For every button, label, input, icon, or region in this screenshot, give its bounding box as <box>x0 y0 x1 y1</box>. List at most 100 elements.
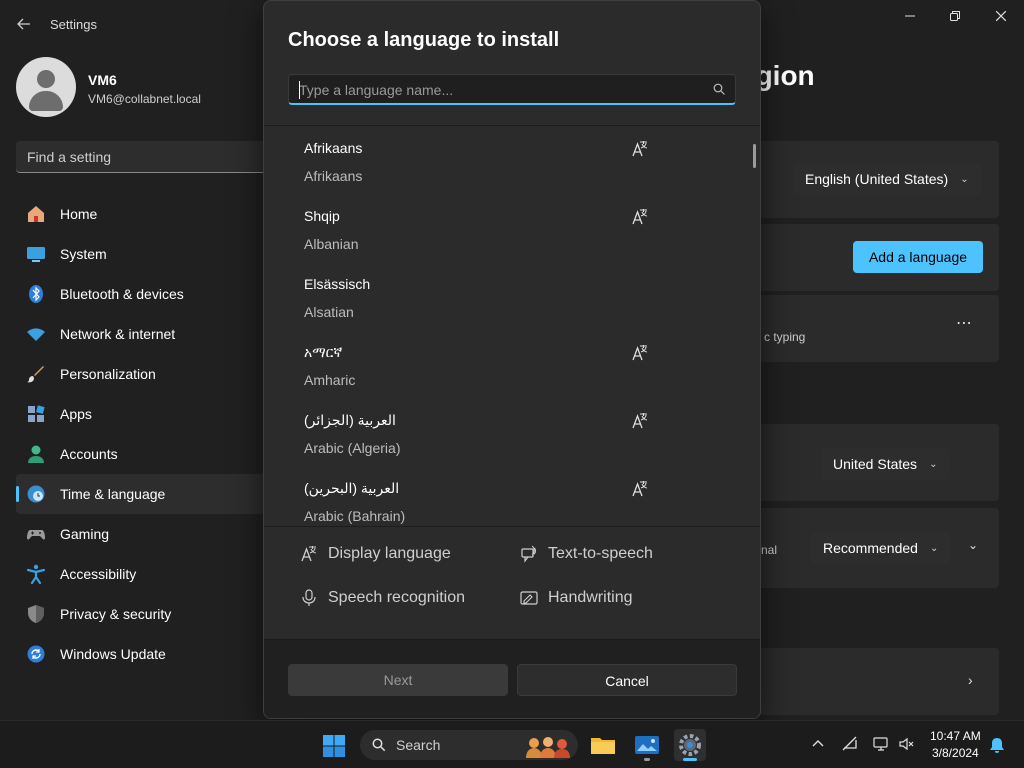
windows-start-icon[interactable] <box>322 734 346 758</box>
list-item[interactable]: አማርኛ Amharic <box>264 330 760 398</box>
accessibility-icon <box>26 564 46 585</box>
display-language-card: English (United States) ⌄ <box>758 141 999 218</box>
language-native-name: Elsässisch <box>304 276 371 292</box>
sidebar-item-accessibility[interactable]: Accessibility <box>16 554 276 594</box>
display-language-icon <box>632 345 648 361</box>
regional-format-dropdown[interactable]: Recommended ⌄ <box>811 532 951 564</box>
shield-icon <box>26 604 46 624</box>
sidebar-item-time-language[interactable]: Time & language <box>16 474 276 514</box>
list-scrollbar[interactable] <box>753 144 756 168</box>
handwriting-icon <box>520 591 538 605</box>
sidebar-item-system[interactable]: System <box>16 234 276 274</box>
text-caret <box>299 81 300 99</box>
dialog-title: Choose a language to install <box>288 29 560 51</box>
taskbar-search-label: Search <box>396 737 441 753</box>
chevron-right-icon: › <box>968 672 973 688</box>
sidebar-item-network[interactable]: Network & internet <box>16 314 276 354</box>
country-dropdown[interactable]: United States ⌄ <box>821 448 950 480</box>
notification-bell-icon[interactable] <box>988 736 1006 754</box>
language-native-name: Afrikaans <box>304 140 363 156</box>
chevron-down-icon: ⌄ <box>960 173 969 185</box>
sidebar-item-label: Windows Update <box>60 646 166 662</box>
sidebar-nav: Home System Bluetooth & devices Network … <box>16 194 276 674</box>
language-english-name: Alsatian <box>304 304 354 320</box>
feature-legend: Display language Text-to-speech Speech r… <box>264 527 760 639</box>
display-language-value: English (United States) <box>805 171 949 187</box>
globe-clock-icon <box>26 484 46 504</box>
sidebar-item-apps[interactable]: Apps <box>16 394 276 434</box>
sidebar-item-home[interactable]: Home <box>16 194 276 234</box>
language-entry-card: c typing ⋯ <box>758 295 999 362</box>
apps-icon <box>26 404 46 424</box>
back-button[interactable] <box>12 12 36 36</box>
find-setting-input[interactable]: Find a setting <box>16 141 276 173</box>
display-language-icon <box>632 481 648 497</box>
list-item[interactable]: Elsässisch Alsatian <box>264 262 760 330</box>
add-language-button[interactable]: Add a language <box>853 241 983 273</box>
search-icon[interactable] <box>713 83 725 95</box>
language-search-box[interactable] <box>288 74 736 105</box>
sidebar-item-accounts[interactable]: Accounts <box>16 434 276 474</box>
microphone-icon <box>302 589 316 606</box>
maximize-button[interactable] <box>932 6 978 28</box>
sidebar-item-label: Privacy & security <box>60 606 172 622</box>
photos-app-button[interactable] <box>631 729 663 761</box>
file-explorer-button[interactable] <box>587 729 619 761</box>
taskbar: Search 10:47 AM 3/8/2024 <box>0 720 1024 768</box>
language-english-name: Arabic (Algeria) <box>304 440 401 456</box>
sidebar-item-label: Apps <box>60 406 92 422</box>
related-settings-card[interactable]: › <box>758 648 999 715</box>
list-item[interactable]: (العربية (الجزائر Arabic (Algeria) <box>264 398 760 466</box>
volume-muted-icon[interactable] <box>898 735 916 753</box>
text-to-speech-icon <box>521 545 536 563</box>
feature-handwriting: Handwriting <box>520 589 632 607</box>
sidebar-item-label: Bluetooth & devices <box>60 286 184 302</box>
sidebar-item-privacy[interactable]: Privacy & security <box>16 594 276 634</box>
clock-date[interactable]: 3/8/2024 <box>932 746 979 760</box>
list-item[interactable]: Afrikaans Afrikaans <box>264 126 760 194</box>
feature-speech-recognition: Speech recognition <box>300 589 465 607</box>
home-icon <box>26 204 46 224</box>
feature-label: Text-to-speech <box>548 545 653 562</box>
avatar <box>16 57 76 117</box>
arrow-left-icon <box>17 18 30 30</box>
regional-format-card: nal Recommended ⌄ ⌄ <box>758 508 999 588</box>
brush-icon <box>26 364 46 384</box>
taskbar-search[interactable]: Search <box>360 730 578 760</box>
app-title: Settings <box>50 17 97 32</box>
cancel-button[interactable]: Cancel <box>517 664 737 696</box>
display-language-icon <box>632 413 648 429</box>
regional-format-value: Recommended <box>823 540 918 556</box>
display-language-icon <box>632 141 648 157</box>
display-language-icon <box>632 209 648 225</box>
language-search-input[interactable] <box>299 80 699 100</box>
display-icon[interactable] <box>872 735 890 753</box>
user-name: VM6 <box>88 72 117 88</box>
chevron-up-icon[interactable] <box>809 735 827 753</box>
minimize-icon <box>905 15 915 17</box>
language-typing-text: c typing <box>764 330 806 344</box>
next-button[interactable]: Next <box>288 664 508 696</box>
list-item[interactable]: (العربية (البحرين Arabic (Bahrain) <box>264 466 760 526</box>
sidebar-item-label: Gaming <box>60 526 110 542</box>
search-highlight-icon <box>526 737 570 758</box>
list-item[interactable]: Shqip Albanian <box>264 194 760 262</box>
settings-app-button[interactable] <box>674 729 706 761</box>
minimize-button[interactable] <box>887 6 933 28</box>
sidebar-item-personalization[interactable]: Personalization <box>16 354 276 394</box>
display-language-dropdown[interactable]: English (United States) ⌄ <box>793 163 981 195</box>
close-button[interactable] <box>978 6 1024 28</box>
sidebar-item-gaming[interactable]: Gaming <box>16 514 276 554</box>
chevron-down-icon: ⌄ <box>929 458 938 470</box>
dialog-footer: Next Cancel <box>264 639 760 718</box>
language-english-name: Albanian <box>304 236 359 252</box>
expand-chevron-icon[interactable]: ⌄ <box>968 538 978 552</box>
sidebar-item-bluetooth[interactable]: Bluetooth & devices <box>16 274 276 314</box>
gamepad-icon <box>26 524 46 544</box>
country-region-card: United States ⌄ <box>758 424 999 501</box>
language-list[interactable]: Afrikaans Afrikaans Shqip Albanian Elsäs… <box>264 125 760 527</box>
more-options-icon[interactable]: ⋯ <box>954 316 974 335</box>
clock-time[interactable]: 10:47 AM <box>930 729 981 743</box>
sidebar-item-windows-update[interactable]: Windows Update <box>16 634 276 674</box>
network-disconnected-icon[interactable] <box>841 735 859 753</box>
